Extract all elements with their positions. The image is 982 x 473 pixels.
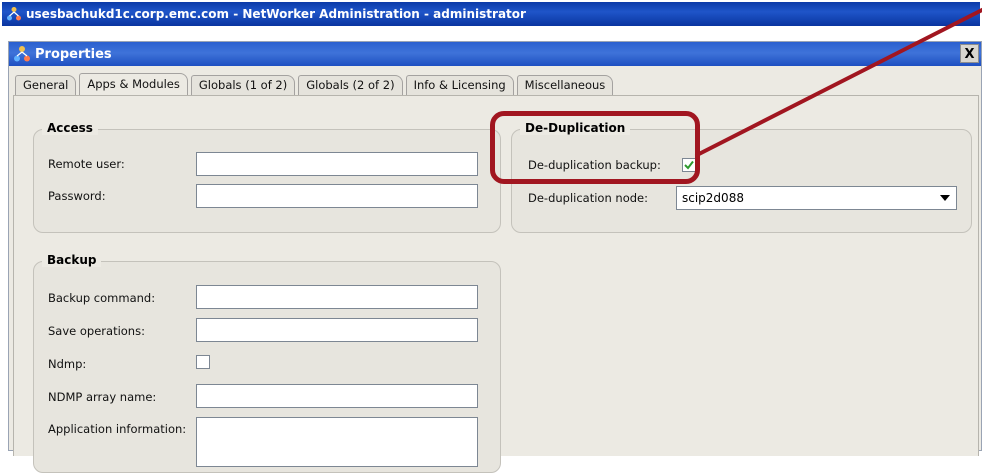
annotation-arrow-icon (695, 8, 982, 157)
app-window: usesbachukd1c.corp.emc.com - NetWorker A… (0, 0, 982, 473)
